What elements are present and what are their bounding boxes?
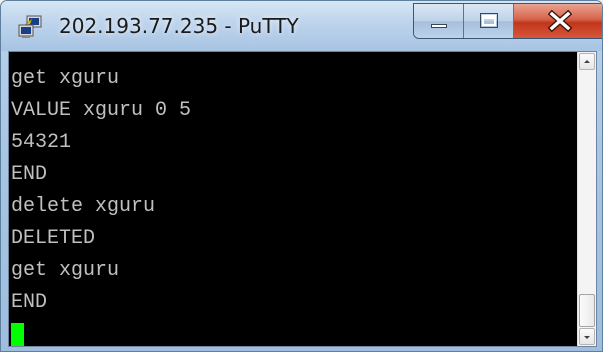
scroll-down-arrow-icon[interactable] [579,328,595,345]
window-title: 202.193.77.235 - PuTTY [59,14,299,38]
putty-icon[interactable] [17,15,43,39]
window-controls [413,3,602,39]
terminal-line: get xguru [11,67,120,90]
text-cursor [11,323,24,346]
terminal-line: END [11,291,48,314]
terminal-line: VALUE xguru 0 5 [11,99,192,122]
minimize-button[interactable] [414,4,464,38]
scrollbar-thumb[interactable] [579,294,595,327]
close-icon [514,4,602,38]
terminal-line: delete xguru [11,195,156,218]
maximize-icon [480,13,498,28]
terminal-line: 54321 [11,131,72,154]
putty-window: 202.193.77.235 - PuTTY get xguru VALUE x… [0,0,603,352]
terminal-line: END [11,163,48,186]
scroll-up-arrow-icon[interactable] [579,53,595,70]
vertical-scrollbar[interactable] [577,52,596,346]
terminal-frame: get xguru VALUE xguru 0 5 54321 END dele… [8,51,597,347]
terminal-line: get xguru [11,259,120,282]
minimize-icon [431,24,447,28]
maximize-button[interactable] [464,4,514,38]
terminal-output[interactable]: get xguru VALUE xguru 0 5 54321 END dele… [9,52,577,346]
close-button[interactable] [514,4,602,38]
terminal-line: DELETED [11,227,96,250]
title-bar[interactable]: 202.193.77.235 - PuTTY [1,1,602,51]
cursor-line [11,319,577,346]
